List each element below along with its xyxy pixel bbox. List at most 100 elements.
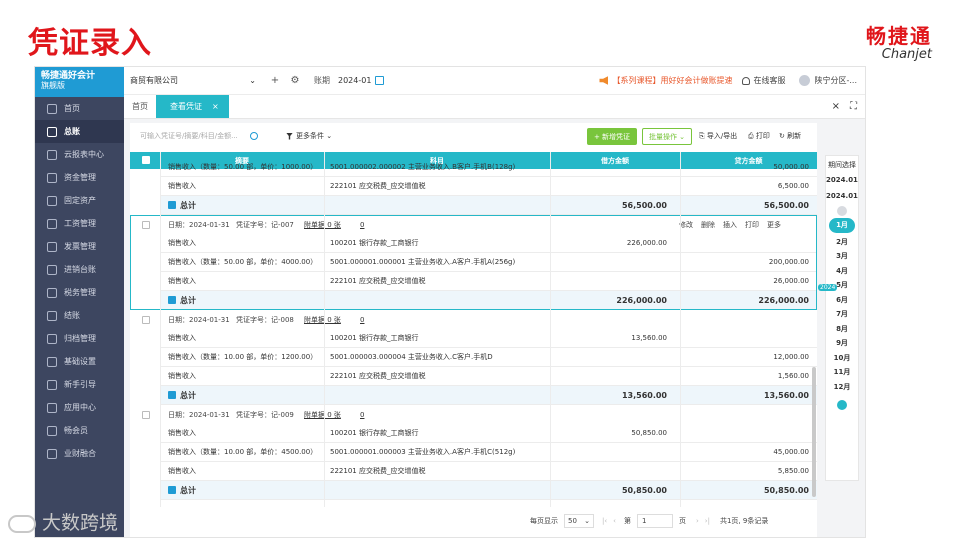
grid-scrollbar[interactable] — [812, 367, 816, 497]
print-icon: ⎙ — [748, 132, 756, 140]
per-page-label: 每页显示 — [530, 517, 558, 525]
debit-cell: 226,000.00 — [626, 239, 667, 247]
period-value[interactable]: 2024-01 — [338, 76, 371, 85]
debit-cell: 50,850.00 — [621, 485, 667, 495]
attachment-link[interactable]: 附单据 0 张 — [304, 315, 341, 325]
sidebar-item[interactable]: 固定资产 — [35, 189, 124, 212]
month-item[interactable]: 11月 — [826, 365, 858, 380]
app-logo[interactable]: 畅捷通好会计 旗舰版 — [35, 67, 124, 97]
sidebar-item[interactable]: 业财融合 — [35, 442, 124, 465]
month-item[interactable]: 12月 — [826, 380, 858, 395]
next-page-icon[interactable]: › — [696, 517, 699, 525]
prev-page-icon[interactable]: ‹ — [613, 517, 616, 525]
table-row[interactable]: 销售收入（数量：10.00 部，单价：1200.00） 5001.000003.0… — [160, 348, 817, 367]
sidebar-item[interactable]: 进销台账 — [35, 258, 124, 281]
link-count[interactable]: 0 — [360, 316, 364, 324]
sidebar-item[interactable]: 畅会员 — [35, 419, 124, 442]
attachment-link[interactable]: 附单据 0 张 — [304, 410, 341, 420]
sidebar-item[interactable]: 发票管理 — [35, 235, 124, 258]
link-count[interactable]: 0 — [360, 411, 364, 419]
month-item[interactable]: 1月 — [829, 218, 855, 233]
print-button[interactable]: ⎙ 打印 — [748, 131, 770, 141]
last-page-icon[interactable]: ›| — [705, 517, 710, 525]
online-service-button[interactable]: 在线客服 — [742, 75, 785, 86]
tab-view-voucher[interactable]: 查看凭证 × — [156, 95, 229, 118]
table-row[interactable]: 销售收入 222101 应交税费_应交增值税 6,500.00 — [160, 177, 817, 196]
sidebar-item[interactable]: 资金管理 — [35, 166, 124, 189]
batch-operation-button[interactable]: 批量操作 ⌄ — [642, 128, 692, 145]
search-input[interactable]: 可输入凭证号/摘要/科目/金额... — [134, 127, 264, 145]
month-item[interactable]: 3月 — [826, 249, 858, 264]
total-row[interactable]: 总计 226,000.00 226,000.00 — [160, 291, 817, 310]
import-export-button[interactable]: ⎘ 导入/导出 — [699, 131, 737, 141]
month-item[interactable]: 8月 — [826, 322, 858, 337]
sidebar-item[interactable]: 归档管理 — [35, 327, 124, 350]
month-item[interactable]: 9月 — [826, 336, 858, 351]
new-voucher-button[interactable]: + 新增凭证 — [587, 128, 637, 145]
month-item[interactable]: 2月 — [826, 235, 858, 250]
link-count[interactable]: 0 — [360, 221, 364, 229]
first-page-icon[interactable]: |‹ — [602, 517, 607, 525]
company-select[interactable]: 商贸有限公司 ⌄ — [130, 72, 260, 90]
voucher-op-button[interactable]: 删除 — [701, 220, 715, 230]
total-row[interactable]: 总计 50,850.00 50,850.00 — [160, 481, 817, 500]
debit-cell: 13,560.00 — [631, 334, 667, 342]
month-item[interactable]: 4月 — [826, 264, 858, 279]
voucher-op-button[interactable]: 打印 — [745, 220, 759, 230]
add-icon[interactable]: + — [270, 75, 280, 86]
sidebar-item[interactable]: 首页 — [35, 97, 124, 120]
sidebar-item[interactable]: 工资管理 — [35, 212, 124, 235]
table-row[interactable]: 销售收入（数量：50.00 部，单价：4000.00） 5001.000001.0… — [160, 253, 817, 272]
gear-icon[interactable]: ⚙ — [290, 75, 300, 86]
fullscreen-icon[interactable]: ⛶ — [850, 101, 857, 112]
user-menu[interactable]: 陕宁分区-... — [799, 75, 857, 86]
table-row[interactable]: 销售收入 100201 银行存款_工商银行 13,560.00 — [160, 329, 817, 348]
per-page-select[interactable]: 50 ⌄ — [564, 514, 594, 528]
voucher-op-button[interactable]: 更多 — [767, 220, 781, 230]
voucher-checkbox[interactable] — [142, 410, 150, 419]
total-row[interactable]: 总计 13,560.00 13,560.00 — [160, 386, 817, 405]
voucher-checkbox[interactable] — [142, 220, 150, 229]
table-row[interactable]: 销售收入（数量：50.00 部，单价：1000.00） 5001.000002.0… — [160, 158, 817, 177]
table-row[interactable]: 销售收入 222101 应交税费_应交增值税 5,850.00 — [160, 462, 817, 481]
table-row[interactable]: 销售收入 222101 应交税费_应交增值税 26,000.00 — [160, 272, 817, 291]
notice-link[interactable]: 【系列课程】用好好会计做账提速 — [599, 75, 732, 86]
period-year-bottom[interactable]: 2024.01 — [826, 192, 858, 200]
month-item[interactable]: 7月 — [826, 307, 858, 322]
refresh-button[interactable]: ↻ 刷新 — [779, 131, 801, 141]
voucher-op-button[interactable]: 修改 — [679, 220, 693, 230]
credit-cell: 200,000.00 — [768, 258, 809, 266]
table-row[interactable]: 销售收入 222101 应交税费_应交增值税 1,560.00 — [160, 367, 817, 386]
slide-title: 凭证录入 — [28, 26, 152, 61]
close-all-icon[interactable]: × — [832, 101, 840, 112]
voucher-date: 日期：2024-01-31 — [168, 410, 230, 419]
month-item[interactable]: 10月 — [826, 351, 858, 366]
table-row[interactable]: 销售收入 100201 银行存款_工商银行 226,000.00 — [160, 234, 817, 253]
sidebar-item[interactable]: 结账 — [35, 304, 124, 327]
sidebar-item[interactable]: 应用中心 — [35, 396, 124, 419]
more-filters-button[interactable]: 更多条件 ⌄ — [286, 131, 332, 141]
close-icon[interactable]: × — [212, 102, 219, 111]
sidebar-item[interactable]: 税务管理 — [35, 281, 124, 304]
attachment-link[interactable]: 附单据 0 张 — [304, 220, 341, 230]
record-summary: 共1页, 9条记录 — [719, 517, 769, 525]
total-row[interactable]: 总计 56,500.00 56,500.00 — [160, 196, 817, 215]
table-row[interactable]: 销售收入 100201 银行存款_工商银行 50,850.00 — [160, 424, 817, 443]
sidebar-item[interactable]: 新手引导 — [35, 373, 124, 396]
chevron-up-icon[interactable] — [837, 206, 847, 216]
chevron-down-icon[interactable] — [837, 400, 847, 410]
calendar-icon[interactable] — [375, 76, 385, 85]
sidebar-item[interactable]: 基础设置 — [35, 350, 124, 373]
table-row[interactable]: 销售收入（数量：10.00 部，单价：4500.00） 5001.000001.0… — [160, 443, 817, 462]
search-icon[interactable] — [250, 132, 258, 140]
voucher-checkbox[interactable] — [142, 315, 150, 324]
tab-home[interactable]: 首页 — [124, 95, 156, 118]
period-year-top[interactable]: 2024.01 — [826, 176, 858, 184]
select-all-checkbox[interactable] — [142, 156, 150, 164]
page-input[interactable]: 1 — [636, 514, 673, 528]
voucher-op-button[interactable]: 插入 — [723, 220, 737, 230]
sidebar-item[interactable]: 总账 — [35, 120, 124, 143]
sidebar-item[interactable]: 云报表中心 — [35, 143, 124, 166]
column-divider — [160, 152, 161, 507]
month-item[interactable]: 6月 — [826, 293, 858, 308]
